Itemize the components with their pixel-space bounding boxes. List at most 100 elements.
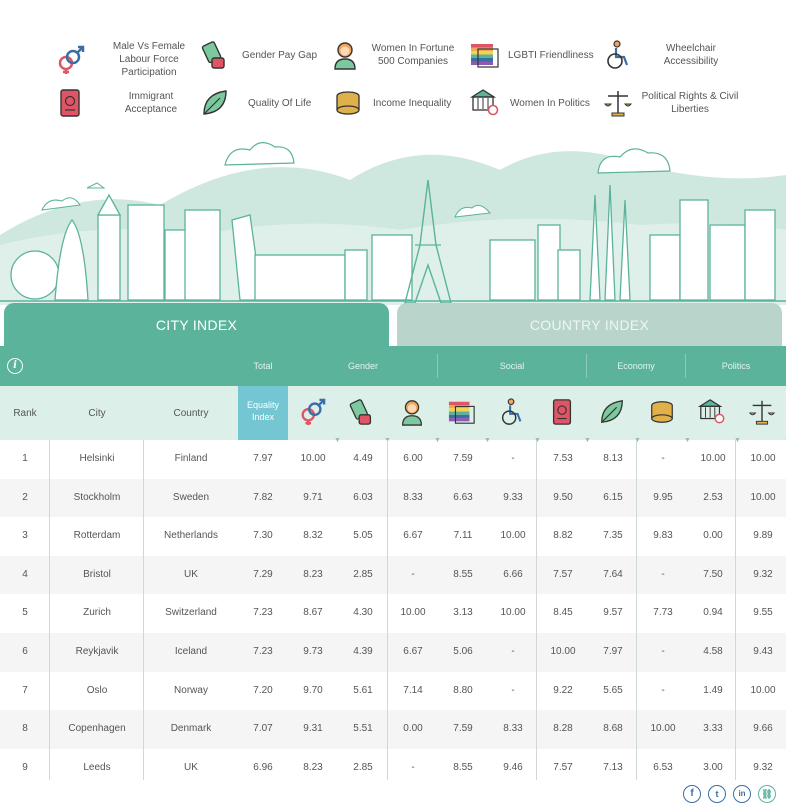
column-header-lgbti[interactable]: ▼ xyxy=(448,398,491,444)
cell-rank: 3 xyxy=(22,530,28,542)
cell-country: Finland xyxy=(174,453,208,464)
cell-score: 8.32 xyxy=(303,530,323,542)
table-row[interactable]: 7 Oslo Norway 7.20 9.70 5.61 7.14 8.80 - 9.22 5.65… xyxy=(0,672,786,711)
cell-city: Zurich xyxy=(83,607,111,619)
cell-rank: 2 xyxy=(22,491,28,503)
cell-rank: 5 xyxy=(22,607,28,619)
column-header-income[interactable]: ▼ xyxy=(648,398,691,444)
column-header-labour[interactable]: ▼ xyxy=(298,398,341,444)
table-row[interactable]: 9 Leeds UK 6.96 8.23 2.85 - 8.55 9.46 7.57 7.13 6.5… xyxy=(0,749,786,780)
cell-score: 7.11 xyxy=(453,530,473,542)
parliament-icon xyxy=(470,89,499,116)
cell-equality-index: 7.23 xyxy=(253,646,273,657)
cell-score: 6.66 xyxy=(503,568,523,580)
cell-equality-index: 7.23 xyxy=(253,607,273,619)
rainbow-flag-icon xyxy=(471,44,499,68)
cell-score: 6.03 xyxy=(353,491,373,503)
legend-label: Women In Fortune 500 Companies xyxy=(371,43,455,67)
column-header-fortune[interactable]: ▼ xyxy=(398,398,441,444)
column-header-pay[interactable]: ▼ xyxy=(348,398,391,444)
cell-rank: 4 xyxy=(22,568,28,580)
table-row[interactable]: 3 Rotterdam Netherlands 7.30 8.32 5.05 6.67 7.1… xyxy=(0,517,786,556)
legend-label: LGBTI Friendliness xyxy=(508,49,594,61)
cell-score: 9.33 xyxy=(503,491,523,503)
cell-rank: 7 xyxy=(22,684,28,696)
cell-score: 9.83 xyxy=(653,530,673,542)
coins-icon xyxy=(336,91,360,115)
category-economy: Economy xyxy=(617,361,655,371)
cell-score: 10.00 xyxy=(750,491,776,503)
cell-equality-index: 7.82 xyxy=(253,491,273,503)
cell-score: 8.23 xyxy=(303,568,323,580)
header-rank[interactable]: Rank xyxy=(0,386,50,440)
leaf-icon xyxy=(203,90,227,115)
cell-score: 10.00 xyxy=(650,723,676,735)
cell-score: 9.46 xyxy=(503,761,523,773)
cell-score: 0.00 xyxy=(703,530,723,542)
cell-score: 2.85 xyxy=(353,761,373,773)
cell-score: 7.57 xyxy=(553,761,573,773)
cell-score: 4.39 xyxy=(353,646,373,657)
legend-item-quality: Quality Of Life xyxy=(200,88,311,118)
legend-item-immigrant: Immigrant Acceptance xyxy=(55,88,191,118)
table-row[interactable]: 6 Reykjavik Iceland 7.23 9.73 4.39 6.67 5.06 - 10… xyxy=(0,633,786,672)
cell-score: 5.06 xyxy=(453,646,473,657)
link-icon[interactable]: ⛓ xyxy=(758,785,776,803)
column-header-wheelchair[interactable]: ▼ xyxy=(498,398,541,444)
column-divider xyxy=(49,440,50,780)
cell-country: Netherlands xyxy=(164,530,218,542)
cell-city: Stockholm xyxy=(73,491,121,503)
column-header-immigrant[interactable]: ▼ xyxy=(548,398,591,444)
cell-score: 8.23 xyxy=(303,761,323,773)
cell-score: 7.14 xyxy=(403,684,423,696)
cell-score: 7.73 xyxy=(653,607,673,619)
cell-score: 2.53 xyxy=(703,491,723,503)
cell-score: - xyxy=(661,568,665,580)
businesswoman-icon xyxy=(334,42,356,70)
table-row[interactable]: 1 Helsinki Finland 7.97 10.00 4.49 6.00 7.59 - 7.… xyxy=(0,440,786,479)
tab-city-index[interactable]: CITY INDEX xyxy=(4,303,389,347)
legend-label: Male Vs Female Labour Force Participation xyxy=(112,41,186,78)
table-row[interactable]: 8 Copenhagen Denmark 7.07 9.31 5.51 0.00 7.59 8.… xyxy=(0,710,786,749)
table-row[interactable]: 2 Stockholm Sweden 7.82 9.71 6.03 8.33 6.63 9.33… xyxy=(0,478,786,518)
twitter-icon[interactable]: t xyxy=(708,785,726,803)
scales-icon xyxy=(603,91,633,117)
rainbow-flag-icon xyxy=(448,401,475,424)
cell-rank: 8 xyxy=(22,723,28,735)
cell-score: 9.32 xyxy=(753,761,773,773)
cell-score: 4.58 xyxy=(703,646,723,657)
cell-city: Copenhagen xyxy=(68,723,126,735)
table-row[interactable]: 5 Zurich Switzerland 7.23 8.67 4.30 10.00 3.13 1… xyxy=(0,594,786,633)
table-row[interactable]: 4 Bristol UK 7.29 8.23 2.85 - 8.55 6.66 7.57 7.64 -… xyxy=(0,555,786,595)
header-country[interactable]: Country xyxy=(144,386,238,440)
cell-equality-index: 7.30 xyxy=(253,530,273,542)
scales-icon xyxy=(748,400,776,425)
header-city[interactable]: City xyxy=(50,386,144,440)
column-header-quality[interactable]: ▼ xyxy=(598,398,641,444)
cell-equality-index: 6.96 xyxy=(253,761,273,773)
passport-icon xyxy=(60,89,80,117)
linkedin-icon[interactable]: in xyxy=(733,785,751,803)
cell-score: 10.00 xyxy=(500,530,526,542)
cell-score: 10.00 xyxy=(750,453,776,464)
cell-city: Oslo xyxy=(86,684,108,696)
cell-score: 7.97 xyxy=(603,646,623,657)
legend-label: Political Rights & Civil Liberties xyxy=(641,91,739,115)
column-header-politics[interactable]: ▼ xyxy=(697,398,741,444)
cell-score: 10.00 xyxy=(550,646,576,657)
coins-icon xyxy=(651,401,673,423)
money-hand-icon xyxy=(349,399,372,425)
tab-country-index[interactable]: COUNTRY INDEX xyxy=(397,303,782,347)
category-gender: Gender xyxy=(347,361,379,371)
column-header-rights[interactable]: ▼ xyxy=(748,398,786,444)
cell-score: 8.13 xyxy=(603,453,623,464)
info-icon[interactable]: i xyxy=(7,358,23,374)
cell-score: 9.32 xyxy=(753,568,773,580)
skyline-illustration xyxy=(0,142,786,305)
cell-score: 6.67 xyxy=(403,646,423,657)
facebook-icon[interactable]: f xyxy=(683,785,701,803)
legend-label: Women In Politics xyxy=(510,97,590,109)
header-equality-index[interactable]: Equality Index ▼ xyxy=(238,386,289,446)
legend-label: Income Inequality xyxy=(373,97,452,109)
cell-country: UK xyxy=(184,568,198,580)
